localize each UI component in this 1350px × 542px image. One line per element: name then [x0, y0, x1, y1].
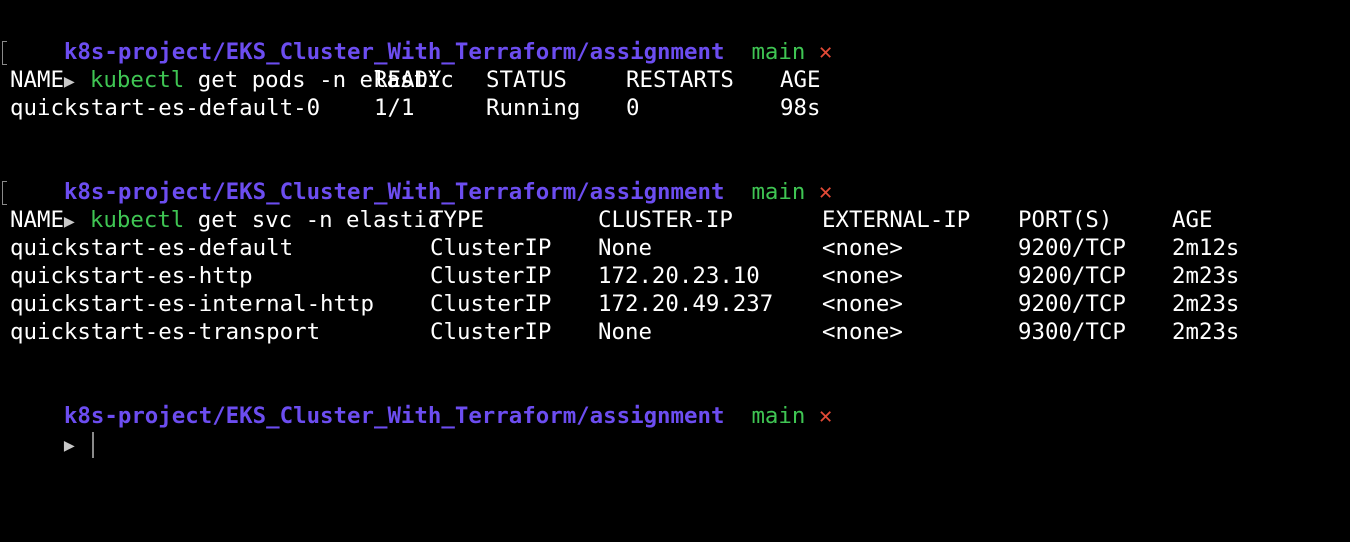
table-row: quickstart-es-http ClusterIP 172.20.23.1… [10, 262, 1350, 290]
column-header: NAME [10, 67, 64, 93]
table-cell: <none> [822, 263, 903, 289]
table-cell: 9200/TCP [1018, 291, 1126, 317]
table-cell: 98s [780, 95, 821, 121]
table-cell: 172.20.23.10 [598, 263, 760, 289]
terminal-window[interactable]: k8s-project/EKS_Cluster_With_Terraform/a… [0, 0, 1350, 458]
table-cell: <none> [822, 235, 903, 261]
column-header: AGE [1172, 207, 1213, 233]
column-header: STATUS [486, 67, 567, 93]
table-cell: quickstart-es-internal-http [10, 291, 374, 317]
svc-table-header: NAME TYPE CLUSTER-IP EXTERNAL-IP PORT(S)… [10, 206, 1350, 234]
column-header: PORT(S) [1018, 207, 1113, 233]
table-cell: quickstart-es-default-0 [10, 95, 321, 121]
table-cell: 0 [626, 95, 640, 121]
table-cell: 9200/TCP [1018, 235, 1126, 261]
table-row: quickstart-es-default ClusterIP None <no… [10, 234, 1350, 262]
column-header: EXTERNAL-IP [822, 207, 971, 233]
command-line: ▶ kubectl get svc -n elastic [2, 178, 1350, 233]
table-cell: 2m23s [1172, 263, 1240, 289]
table-cell: 9200/TCP [1018, 263, 1126, 289]
prompt-line: k8s-project/EKS_Cluster_With_Terraform/a… [10, 150, 1350, 205]
table-cell: <none> [822, 319, 903, 345]
table-cell: 2m23s [1172, 319, 1240, 345]
prompt-arrow-icon: ▶ [63, 435, 75, 456]
column-header: RESTARTS [626, 67, 734, 93]
column-header: TYPE [430, 207, 484, 233]
table-cell: 9300/TCP [1018, 319, 1126, 345]
table-cell: quickstart-es-http [10, 263, 253, 289]
column-header: READY [374, 67, 442, 93]
table-cell: ClusterIP [430, 235, 552, 261]
table-row: quickstart-es-default-0 1/1 Running 0 98… [10, 94, 1350, 122]
command-input-line[interactable]: ▶ [10, 402, 1350, 458]
column-header: CLUSTER-IP [598, 207, 733, 233]
table-cell: Running [486, 95, 581, 121]
column-header: AGE [780, 67, 821, 93]
line-bracket-icon [2, 181, 7, 205]
table-row: quickstart-es-transport ClusterIP None <… [10, 318, 1350, 346]
table-cell: ClusterIP [430, 319, 552, 345]
table-cell: ClusterIP [430, 263, 552, 289]
table-cell: 172.20.49.237 [598, 291, 774, 317]
pods-table-header: NAME READY STATUS RESTARTS AGE [10, 66, 1350, 94]
prompt-line: k8s-project/EKS_Cluster_With_Terraform/a… [10, 10, 1350, 65]
column-header: NAME [10, 207, 64, 233]
table-cell: 2m12s [1172, 235, 1240, 261]
table-cell: 1/1 [374, 95, 415, 121]
table-row: quickstart-es-internal-http ClusterIP 17… [10, 290, 1350, 318]
table-cell: None [598, 235, 652, 261]
table-cell: 2m23s [1172, 291, 1240, 317]
command-line: ▶ kubectl get pods -n elastic [2, 38, 1350, 93]
table-cell: quickstart-es-transport [10, 319, 321, 345]
table-cell: <none> [822, 291, 903, 317]
table-cell: quickstart-es-default [10, 235, 294, 261]
line-bracket-icon [2, 41, 7, 65]
table-cell: ClusterIP [430, 291, 552, 317]
prompt-line: k8s-project/EKS_Cluster_With_Terraform/a… [10, 374, 1350, 429]
table-cell: None [598, 319, 652, 345]
